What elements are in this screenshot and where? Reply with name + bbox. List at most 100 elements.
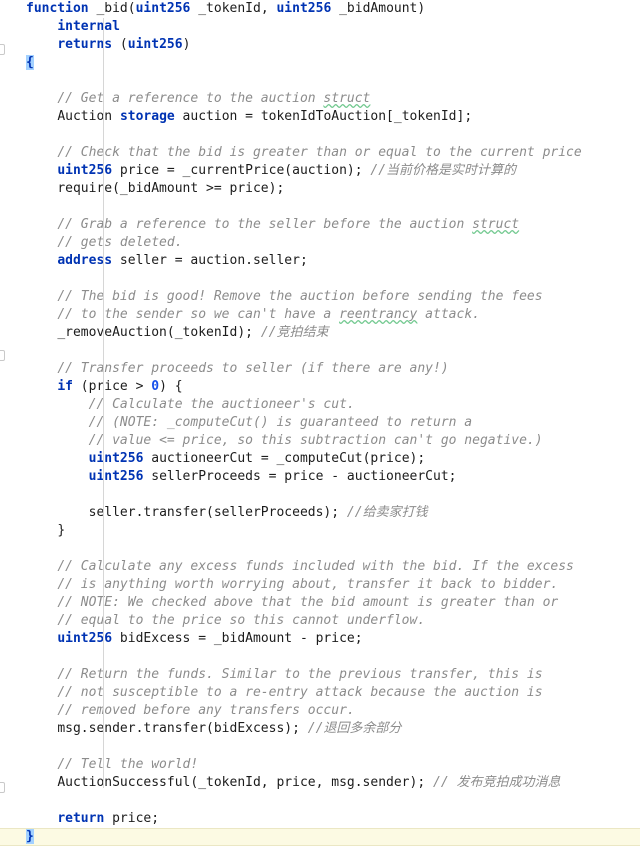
code-line[interactable] (0, 792, 640, 810)
code-line[interactable] (0, 198, 640, 216)
code-line[interactable]: // Get a reference to the auction struct (0, 90, 640, 108)
code-line[interactable]: // Calculate the auctioneer's cut. (0, 396, 640, 414)
code-line[interactable] (0, 648, 640, 666)
code-token: internal (57, 19, 120, 34)
code-token: bidExcess = _bidAmount - price; (112, 631, 363, 646)
code-line[interactable]: // to the sender so we can't have a reen… (0, 306, 640, 324)
code-content[interactable]: function _bid(uint256 _tokenId, uint256 … (0, 0, 640, 846)
code-token: price = _currentPrice(auction); (112, 163, 371, 178)
code-line[interactable]: AuctionSuccessful(_tokenId, price, msg.s… (0, 774, 640, 792)
code-line[interactable]: returns (uint256) (0, 36, 640, 54)
code-line[interactable]: msg.sender.transfer(bidExcess); //退回多余部分 (0, 720, 640, 738)
code-token: // (370, 163, 387, 178)
code-token: if (57, 379, 73, 394)
code-token: ( (112, 37, 128, 52)
code-token: uint256 (88, 451, 144, 466)
code-line[interactable]: // not susceptible to a re-entry attack … (0, 684, 640, 702)
code-token: 退回多余部分 (323, 721, 402, 736)
code-line[interactable] (0, 342, 640, 360)
code-line[interactable]: // (NOTE: _computeCut() is guaranteed to… (0, 414, 640, 432)
code-line[interactable]: internal (0, 18, 640, 36)
code-token: 给卖家打钱 (362, 505, 428, 520)
code-editor[interactable]: function _bid(uint256 _tokenId, uint256 … (0, 0, 640, 846)
code-token: // Check that the bid is greater than or… (57, 145, 582, 160)
code-line[interactable]: uint256 price = _currentPrice(auction); … (0, 162, 640, 180)
code-line[interactable] (0, 738, 640, 756)
code-line[interactable]: seller.transfer(sellerProceeds); //给卖家打钱 (0, 504, 640, 522)
code-line[interactable]: uint256 bidExcess = _bidAmount - price; (0, 630, 640, 648)
code-line[interactable]: uint256 sellerProceeds = price - auction… (0, 468, 640, 486)
code-token: // (NOTE: _computeCut() is guaranteed to… (88, 415, 473, 430)
code-line[interactable]: address seller = auction.seller; (0, 252, 640, 270)
code-token: uint256 (135, 1, 191, 16)
code-line[interactable]: _removeAuction(_tokenId); //竞拍结束 (0, 324, 640, 342)
code-line[interactable]: // NOTE: We checked above that the bid a… (0, 594, 640, 612)
code-token: storage (119, 109, 175, 124)
code-token: sellerProceeds = price - auctioneerCut; (143, 469, 457, 484)
code-line[interactable]: uint256 auctioneerCut = _computeCut(pric… (0, 450, 640, 468)
code-token: // removed before any transfers occur. (57, 703, 355, 718)
code-token: auctioneerCut = _computeCut(price); (143, 451, 426, 466)
code-line[interactable]: // gets deleted. (0, 234, 640, 252)
code-line[interactable]: { (0, 54, 640, 72)
code-token: // gets deleted. (57, 235, 183, 250)
code-token: // equal to the price so this cannot und… (57, 613, 426, 628)
code-line[interactable]: // The bid is good! Remove the auction b… (0, 288, 640, 306)
code-token: // The bid is good! Remove the auction b… (57, 289, 543, 304)
code-line[interactable]: // Tell the world! (0, 756, 640, 774)
code-line[interactable]: } (0, 828, 640, 846)
code-token: { (26, 55, 34, 70)
code-line[interactable]: return price; (0, 810, 640, 828)
code-token: // Calculate the auctioneer's cut. (88, 397, 355, 412)
code-line[interactable]: // removed before any transfers occur. (0, 702, 640, 720)
code-token: 当前价格是实时计算的 (386, 163, 517, 178)
code-line[interactable]: } (0, 522, 640, 540)
code-line[interactable]: Auction storage auction = tokenIdToAucti… (0, 108, 640, 126)
code-line[interactable] (0, 270, 640, 288)
code-token: _tokenId, (190, 1, 277, 16)
code-line[interactable]: // Return the funds. Similar to the prev… (0, 666, 640, 684)
code-token: seller.transfer(sellerProceeds); (88, 505, 347, 520)
code-token: // (260, 325, 277, 340)
code-token: uint256 (88, 469, 144, 484)
code-line[interactable]: function _bid(uint256 _tokenId, uint256 … (0, 0, 640, 18)
code-line[interactable]: // Transfer proceeds to seller (if there… (0, 360, 640, 378)
code-line[interactable]: // Calculate any excess funds included w… (0, 558, 640, 576)
code-line[interactable]: if (price > 0) { (0, 378, 640, 396)
code-line[interactable]: // equal to the price so this cannot und… (0, 612, 640, 630)
code-line[interactable] (0, 72, 640, 90)
code-token: // Grab a reference to the seller before… (57, 217, 473, 232)
code-line[interactable]: // value <= price, so this subtraction c… (0, 432, 640, 450)
code-line[interactable] (0, 126, 640, 144)
code-line[interactable]: // Check that the bid is greater than or… (0, 144, 640, 162)
code-token: msg.sender.transfer(bidExcess); (57, 721, 308, 736)
code-line[interactable] (0, 486, 640, 504)
code-line[interactable]: // Grab a reference to the seller before… (0, 216, 640, 234)
code-token: _bid( (88, 1, 136, 16)
code-line[interactable] (0, 540, 640, 558)
code-token: Auction (57, 109, 120, 124)
code-token: // value <= price, so this subtraction c… (88, 433, 543, 448)
code-token: // is anything worth worrying about, tra… (57, 577, 559, 592)
code-line[interactable]: // is anything worth worrying about, tra… (0, 576, 640, 594)
code-token: ) (182, 37, 191, 52)
code-token: uint256 (127, 37, 183, 52)
code-line[interactable]: require(_bidAmount >= price); (0, 180, 640, 198)
